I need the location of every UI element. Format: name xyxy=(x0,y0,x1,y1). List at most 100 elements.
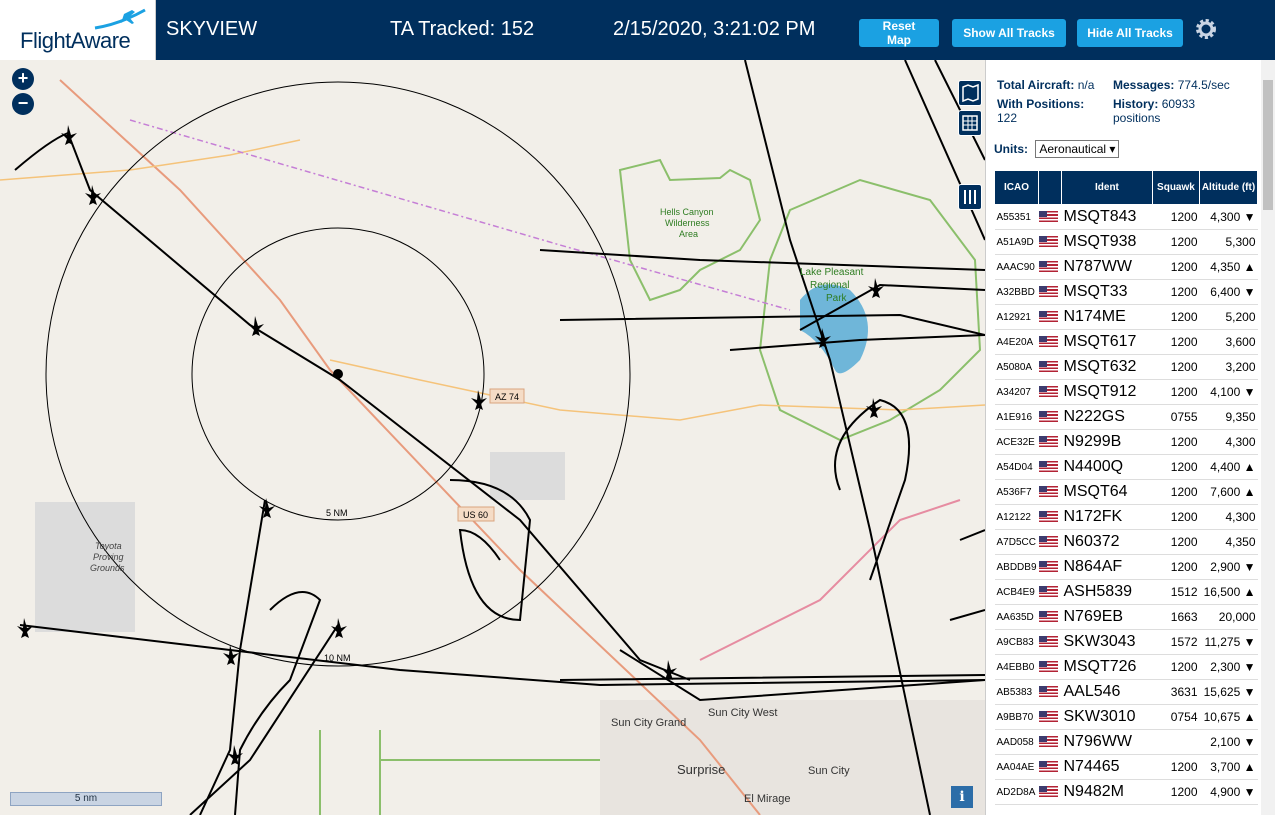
row-icao: A32BBD xyxy=(994,279,1039,305)
table-row[interactable]: A12921 N174ME 1200 5,200 xyxy=(994,304,1258,330)
row-altitude: 4,900 ▼ xyxy=(1199,779,1258,805)
row-squawk: 1200 xyxy=(1152,454,1200,480)
table-row[interactable]: A7D5CC N60372 1200 4,350 xyxy=(994,529,1258,555)
col-icao[interactable]: ICAO xyxy=(994,170,1039,205)
col-squawk[interactable]: Squawk xyxy=(1151,170,1201,205)
table-row[interactable]: AD2D8A N9482M 1200 4,900 ▼ xyxy=(994,779,1258,805)
table-row[interactable]: A5080A MSQT632 1200 3,200 xyxy=(994,354,1258,380)
zoom-out-button[interactable]: − xyxy=(12,93,34,115)
with-positions-value: 122 xyxy=(997,111,1018,125)
table-row[interactable]: AAD058 N796WW 2,100 ▼ xyxy=(994,729,1258,755)
row-altitude: 4,350 ▲ xyxy=(1199,254,1258,280)
reset-map-button[interactable]: Reset Map xyxy=(859,19,939,47)
history-stat: History: 60933 positions xyxy=(1113,97,1195,125)
row-squawk: 0754 xyxy=(1152,704,1200,730)
us-flag-icon xyxy=(1038,560,1058,572)
table-row[interactable]: A536F7 MSQT64 1200 7,600 ▲ xyxy=(994,479,1258,505)
row-altitude: 3,700 ▲ xyxy=(1199,754,1258,780)
row-icao: A55351 xyxy=(994,204,1039,230)
messages-label: Messages: xyxy=(1113,78,1175,92)
logo-text: FlightAware xyxy=(20,28,131,53)
units-select[interactable]: Aeronautical ▾ xyxy=(1035,140,1120,158)
table-row[interactable]: A32BBD MSQT33 1200 6,400 ▼ xyxy=(994,279,1258,305)
row-icao: ACE32E xyxy=(994,429,1039,455)
row-ident: MSQT938 xyxy=(1061,229,1153,255)
table-row[interactable]: A51A9D MSQT938 1200 5,300 xyxy=(994,229,1258,255)
hells-canyon-label: Hells Canyon xyxy=(660,207,714,217)
row-icao: A4E20A xyxy=(994,329,1039,355)
columns-toggle-button[interactable] xyxy=(958,184,982,210)
row-icao: A34207 xyxy=(994,379,1039,405)
us-flag-icon xyxy=(1038,435,1058,447)
row-squawk: 1200 xyxy=(1152,504,1200,530)
map-view[interactable]: 5 NM 10 NM AZ 74 US 60 Hells Canyon Wild… xyxy=(0,60,985,815)
table-row[interactable]: AA635D N769EB 1663 20,000 xyxy=(994,604,1258,630)
table-row[interactable]: A34207 MSQT912 1200 4,100 ▼ xyxy=(994,379,1258,405)
table-row[interactable]: ABDDB9 N864AF 1200 2,900 ▼ xyxy=(994,554,1258,580)
row-squawk: 1200 xyxy=(1152,304,1200,330)
scrollbar-thumb[interactable] xyxy=(1263,80,1273,210)
row-ident: MSQT912 xyxy=(1061,379,1153,405)
table-row[interactable]: AAAC90 N787WW 1200 4,350 ▲ xyxy=(994,254,1258,280)
table-row[interactable]: A55351 MSQT843 1200 4,300 ▼ xyxy=(994,204,1258,230)
flightaware-logo[interactable]: FlightAware xyxy=(0,0,156,60)
info-button[interactable]: i xyxy=(951,786,973,808)
table-row[interactable]: A9CB83 SKW3043 1572 11,275 ▼ xyxy=(994,629,1258,655)
row-flag xyxy=(1038,354,1062,380)
row-ident: MSQT64 xyxy=(1061,479,1153,505)
total-aircraft-label: Total Aircraft: xyxy=(997,78,1075,92)
row-ident: ASH5839 xyxy=(1061,579,1153,605)
table-row[interactable]: AB5383 AAL546 3631 15,625 ▼ xyxy=(994,679,1258,705)
table-row[interactable]: A4E20A MSQT617 1200 3,600 xyxy=(994,329,1258,355)
table-row[interactable]: ACE32E N9299B 1200 4,300 xyxy=(994,429,1258,455)
row-flag xyxy=(1038,554,1062,580)
table-row[interactable]: AA04AE N74465 1200 3,700 ▲ xyxy=(994,754,1258,780)
history-label: History: xyxy=(1113,97,1159,111)
us-flag-icon xyxy=(1038,610,1058,622)
zoom-in-button[interactable]: + xyxy=(12,68,34,90)
row-altitude: 20,000 xyxy=(1199,604,1258,630)
col-ident[interactable]: Ident xyxy=(1061,170,1153,205)
table-row[interactable]: A4EBB0 MSQT726 1200 2,300 ▼ xyxy=(994,654,1258,680)
history-unit: positions xyxy=(1113,111,1161,125)
us-flag-icon xyxy=(1038,410,1058,422)
row-squawk: 1200 xyxy=(1152,479,1200,505)
table-row[interactable]: A54D04 N4400Q 1200 4,400 ▲ xyxy=(994,454,1258,480)
row-icao: A7D5CC xyxy=(994,529,1039,555)
panel-scrollbar[interactable] xyxy=(1261,60,1275,815)
row-icao: A5080A xyxy=(994,354,1039,380)
row-ident: N174ME xyxy=(1061,304,1153,330)
col-altitude[interactable]: Altitude (ft) xyxy=(1199,170,1258,205)
row-icao: A54D04 xyxy=(994,454,1039,480)
row-squawk: 1200 xyxy=(1152,279,1200,305)
row-icao: A4EBB0 xyxy=(994,654,1039,680)
row-altitude: 7,600 ▲ xyxy=(1199,479,1258,505)
row-squawk: 1512 xyxy=(1152,579,1200,605)
table-row[interactable]: A12122 N172FK 1200 4,300 xyxy=(994,504,1258,530)
us-flag-icon xyxy=(1038,385,1058,397)
grid-toggle-button[interactable] xyxy=(958,110,982,136)
table-row[interactable]: A1E916 N222GS 0755 9,350 xyxy=(994,404,1258,430)
show-all-tracks-button[interactable]: Show All Tracks xyxy=(952,19,1066,47)
sun-city-grand-label: Sun City Grand xyxy=(611,717,686,729)
gear-icon[interactable] xyxy=(1193,16,1219,42)
row-flag xyxy=(1038,579,1062,605)
row-ident: N74465 xyxy=(1061,754,1153,780)
row-altitude: 15,625 ▼ xyxy=(1199,679,1258,705)
row-flag xyxy=(1038,529,1062,555)
row-altitude: 4,400 ▲ xyxy=(1199,454,1258,480)
col-flag[interactable] xyxy=(1038,170,1062,205)
us-flag-icon xyxy=(1038,260,1058,272)
table-row[interactable]: A9BB70 SKW3010 0754 10,675 ▲ xyxy=(994,704,1258,730)
row-ident: MSQT726 xyxy=(1061,654,1153,680)
table-row[interactable]: ACB4E9 ASH5839 1512 16,500 ▲ xyxy=(994,579,1258,605)
map-canvas: 5 NM 10 NM AZ 74 US 60 Hells Canyon Wild… xyxy=(0,60,985,815)
row-altitude: 4,300 xyxy=(1199,429,1258,455)
us-flag-icon xyxy=(1038,510,1058,522)
row-flag xyxy=(1038,204,1062,230)
map-layers-button[interactable] xyxy=(958,80,982,106)
aircraft-table: ICAO Ident Squawk Altitude (ft) A55351 MS… xyxy=(994,170,1258,805)
area-label: Area xyxy=(679,229,698,239)
hide-all-tracks-button[interactable]: Hide All Tracks xyxy=(1077,19,1183,47)
row-flag xyxy=(1038,254,1062,280)
